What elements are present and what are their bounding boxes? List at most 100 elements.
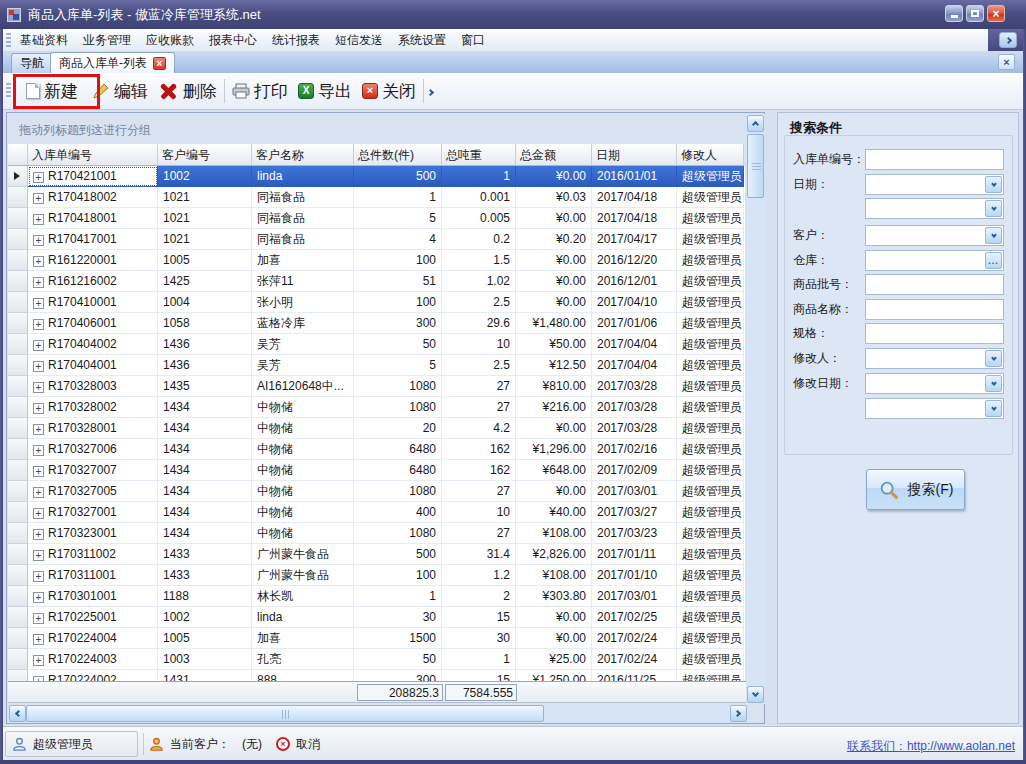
column-header-total-tonnage[interactable]: 总吨重 xyxy=(442,144,516,166)
row-indicator[interactable] xyxy=(8,544,28,565)
expand-icon[interactable]: + xyxy=(33,529,44,540)
cancel-label[interactable]: 取消 xyxy=(296,736,320,753)
table-row[interactable]: +R1612200011005加喜1001.5¥0.002016/12/20超级… xyxy=(8,250,745,271)
menu-item-business[interactable]: 业务管理 xyxy=(77,30,137,50)
group-by-panel[interactable]: 拖动列标题到这进行分组 xyxy=(7,113,764,144)
vertical-scrollbar[interactable] xyxy=(746,114,765,704)
menu-item-sms[interactable]: 短信发送 xyxy=(329,30,389,50)
table-row[interactable]: +R1703280031435AI16120648中...108027¥810.… xyxy=(8,376,745,397)
dropdown-icon[interactable] xyxy=(985,400,1002,417)
expand-icon[interactable]: + xyxy=(33,361,44,372)
row-indicator[interactable] xyxy=(8,166,28,187)
table-row[interactable]: +R1703230011434中物储108027¥108.002017/03/2… xyxy=(8,523,745,544)
toolbar-overflow-chevron-icon[interactable] xyxy=(428,84,433,98)
table-row[interactable]: +R1702250011002linda3015¥0.002017/02/25超… xyxy=(8,607,745,628)
row-indicator[interactable] xyxy=(8,481,28,502)
tab-close-icon[interactable]: × xyxy=(153,57,166,70)
table-row[interactable]: +R1703280011434中物储204.2¥0.002017/03/28超级… xyxy=(8,418,745,439)
column-header-total-amount[interactable]: 总金额 xyxy=(516,144,592,166)
search-field-date-from[interactable] xyxy=(865,174,1004,195)
expand-icon[interactable]: + xyxy=(33,508,44,519)
row-indicator[interactable] xyxy=(8,607,28,628)
tabstrip-close-icon[interactable]: × xyxy=(998,54,1015,70)
scroll-right-icon[interactable] xyxy=(730,705,747,722)
table-row[interactable]: +R1703270011434中物储40010¥40.002017/03/27超… xyxy=(8,502,745,523)
expand-icon[interactable]: + xyxy=(33,571,44,582)
table-row[interactable]: +R1703110021433广州蒙牛食品50031.4¥2,826.00201… xyxy=(8,544,745,565)
column-header-modifier[interactable]: 修改人 xyxy=(677,144,744,166)
maximize-button[interactable] xyxy=(966,5,984,22)
row-indicator[interactable] xyxy=(8,628,28,649)
table-row[interactable]: +R1702240041005加喜150030¥0.002017/02/24超级… xyxy=(8,628,745,649)
expand-icon[interactable]: + xyxy=(33,214,44,225)
table-row[interactable]: +R1704180011021同福食品50.005¥0.002017/04/18… xyxy=(8,208,745,229)
close-button[interactable]: × xyxy=(987,5,1005,22)
table-row[interactable]: +R1703270061434中物储6480162¥1,296.002017/0… xyxy=(8,439,745,460)
toolbar-button-print[interactable]: 打印 xyxy=(227,76,293,106)
column-header-customer-no[interactable]: 客户编号 xyxy=(158,144,252,166)
dropdown-icon[interactable] xyxy=(985,375,1002,392)
tab-inbound-list[interactable]: 商品入库单-列表 × xyxy=(50,52,175,73)
row-indicator[interactable] xyxy=(8,355,28,376)
row-indicator[interactable] xyxy=(8,208,28,229)
scroll-down-icon[interactable] xyxy=(747,686,764,703)
search-field-modifier[interactable] xyxy=(865,348,1004,369)
expand-icon[interactable]: + xyxy=(33,592,44,603)
row-indicator[interactable] xyxy=(8,439,28,460)
table-row[interactable]: +R1703270051434中物储108027¥0.002017/03/01超… xyxy=(8,481,745,502)
column-header-order-no[interactable]: 入库单编号 xyxy=(28,144,158,166)
minimize-button[interactable] xyxy=(945,5,963,22)
expand-icon[interactable]: + xyxy=(33,634,44,645)
expand-icon[interactable]: + xyxy=(33,235,44,246)
row-indicator[interactable] xyxy=(8,187,28,208)
cancel-icon[interactable]: × xyxy=(276,737,290,751)
row-indicator[interactable] xyxy=(8,292,28,313)
row-indicator[interactable] xyxy=(8,397,28,418)
menu-item-report-center[interactable]: 报表中心 xyxy=(203,30,263,50)
search-field-batch-no[interactable] xyxy=(865,274,1004,295)
table-row[interactable]: +R1704180021021同福食品10.001¥0.032017/04/18… xyxy=(8,187,745,208)
search-field-customer[interactable] xyxy=(865,225,1004,246)
search-field-modify-date-from[interactable] xyxy=(865,373,1004,394)
row-indicator[interactable] xyxy=(8,418,28,439)
expand-icon[interactable]: + xyxy=(33,655,44,666)
row-indicator[interactable] xyxy=(8,502,28,523)
expand-icon[interactable]: + xyxy=(33,340,44,351)
dropdown-icon[interactable] xyxy=(985,350,1002,367)
toolbar-button-export[interactable]: X导出 xyxy=(293,76,357,106)
table-row[interactable]: +R1702240031003孔亮501¥25.002017/02/24超级管理… xyxy=(8,649,745,670)
table-row[interactable]: +R1704170011021同福食品40.2¥0.202017/04/17超级… xyxy=(8,229,745,250)
search-field-modify-date-to[interactable] xyxy=(865,398,1004,419)
table-row[interactable]: +R1703280021434中物储108027¥216.002017/03/2… xyxy=(8,397,745,418)
table-row[interactable]: +R1703010011188林长凯12¥303.802017/03/01超级管… xyxy=(8,586,745,607)
column-header-customer-name[interactable]: 客户名称 xyxy=(252,144,354,166)
row-indicator[interactable] xyxy=(8,271,28,292)
contact-link[interactable]: 联系我们：http://www.aolan.net xyxy=(847,738,1015,755)
menu-item-base-data[interactable]: 基础资料 xyxy=(14,30,74,50)
tab-navigation[interactable]: 导航 xyxy=(11,53,53,73)
row-indicator[interactable] xyxy=(8,523,28,544)
expand-icon[interactable]: + xyxy=(33,550,44,561)
dropdown-icon[interactable] xyxy=(985,227,1002,244)
scroll-left-icon[interactable] xyxy=(9,705,26,722)
horizontal-scrollbar-thumb[interactable] xyxy=(26,705,544,722)
menu-item-receivables[interactable]: 应收账款 xyxy=(140,30,200,50)
row-indicator[interactable] xyxy=(8,376,28,397)
ellipsis-icon[interactable]: ... xyxy=(985,252,1002,269)
row-indicator[interactable] xyxy=(8,334,28,355)
expand-icon[interactable]: + xyxy=(33,319,44,330)
table-row[interactable]: +R1704210011002linda5001¥0.002016/01/01超… xyxy=(8,166,745,187)
search-field-date-to[interactable] xyxy=(865,198,1004,219)
expand-icon[interactable]: + xyxy=(33,466,44,477)
dropdown-icon[interactable] xyxy=(985,200,1002,217)
menu-item-window-menu[interactable]: 窗口 xyxy=(455,30,491,50)
row-indicator[interactable] xyxy=(8,670,28,681)
expand-icon[interactable]: + xyxy=(33,277,44,288)
expand-icon[interactable]: + xyxy=(33,298,44,309)
table-row[interactable]: +R1704040011436吴芳52.5¥12.502017/04/04超级管… xyxy=(8,355,745,376)
column-header-date[interactable]: 日期 xyxy=(592,144,677,166)
search-field-spec[interactable] xyxy=(865,323,1004,344)
expand-icon[interactable]: + xyxy=(33,424,44,435)
expand-icon[interactable]: + xyxy=(33,256,44,267)
expand-icon[interactable]: + xyxy=(33,403,44,414)
